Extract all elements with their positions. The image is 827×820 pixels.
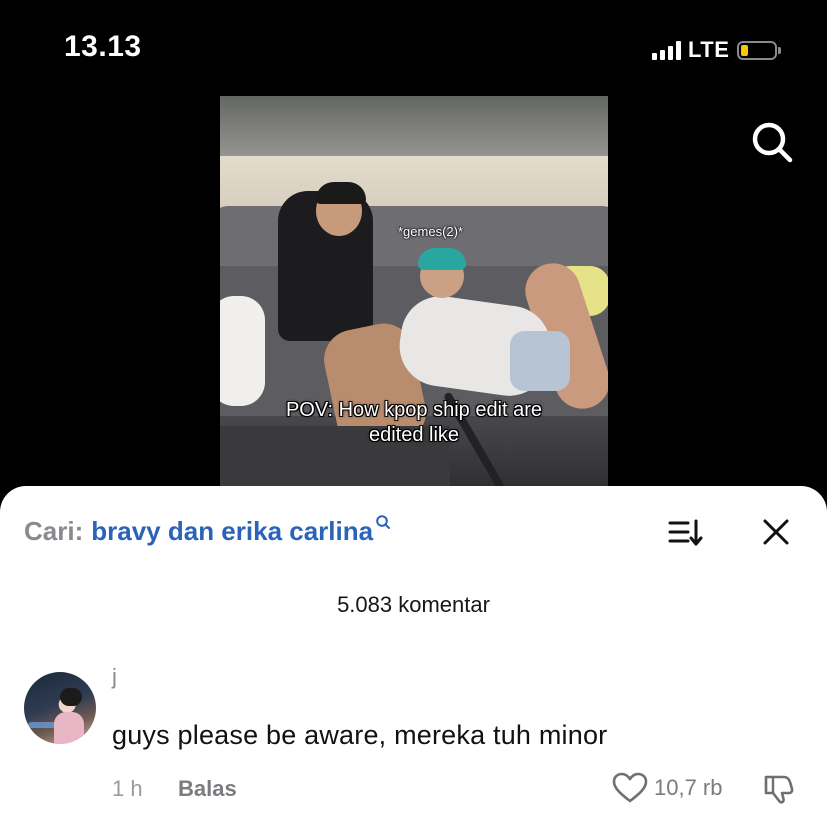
battery-tip — [778, 46, 782, 54]
comment-time: 1 h — [112, 776, 143, 801]
signal-icon — [652, 40, 681, 60]
heart-icon — [612, 772, 648, 803]
video-overlay-text: *gemes(2)* — [398, 224, 464, 239]
like-button[interactable]: 10,7 rb — [612, 772, 723, 804]
search-icon[interactable] — [748, 118, 796, 166]
video-caption: POV: How kpop ship edit are edited like — [220, 398, 608, 448]
video-player[interactable]: *gemes(2)* POV: How kpop ship edit are e… — [220, 96, 608, 488]
status-indicators: LTE — [652, 36, 782, 64]
video-scene — [220, 96, 608, 156]
comment-count: 5.083 komentar — [337, 592, 490, 617]
reply-button[interactable]: Balas — [178, 776, 237, 802]
avatar-detail — [54, 712, 84, 744]
like-count: 10,7 rb — [654, 775, 723, 800]
avatar-detail — [60, 688, 82, 706]
sort-icon[interactable] — [668, 518, 704, 548]
video-scene-figure — [418, 248, 466, 270]
dislike-icon[interactable] — [762, 772, 796, 806]
comment-username[interactable]: j — [112, 664, 117, 690]
avatar[interactable] — [24, 672, 96, 744]
video-caption-line: POV: How kpop ship edit are — [285, 399, 543, 421]
network-label: LTE — [688, 37, 730, 62]
search-query[interactable]: bravy dan erika carlina — [91, 516, 373, 547]
comments-sheet: Cari: bravy dan erika carlina 5.083 kome… — [0, 486, 827, 820]
comment-text: guys please be aware, mereka tuh minor — [112, 720, 608, 750]
search-prefix: Cari: — [24, 516, 84, 546]
close-icon[interactable] — [760, 516, 792, 548]
video-scene-figure — [220, 296, 265, 406]
related-search-link[interactable]: Cari: bravy dan erika carlina — [24, 515, 391, 547]
status-time: 13.13 — [64, 30, 142, 63]
video-caption-line: edited like — [368, 424, 460, 446]
search-icon — [376, 515, 391, 529]
video-scene-figure — [510, 331, 570, 391]
video-scene-figure — [316, 182, 366, 204]
battery-icon — [737, 40, 778, 60]
